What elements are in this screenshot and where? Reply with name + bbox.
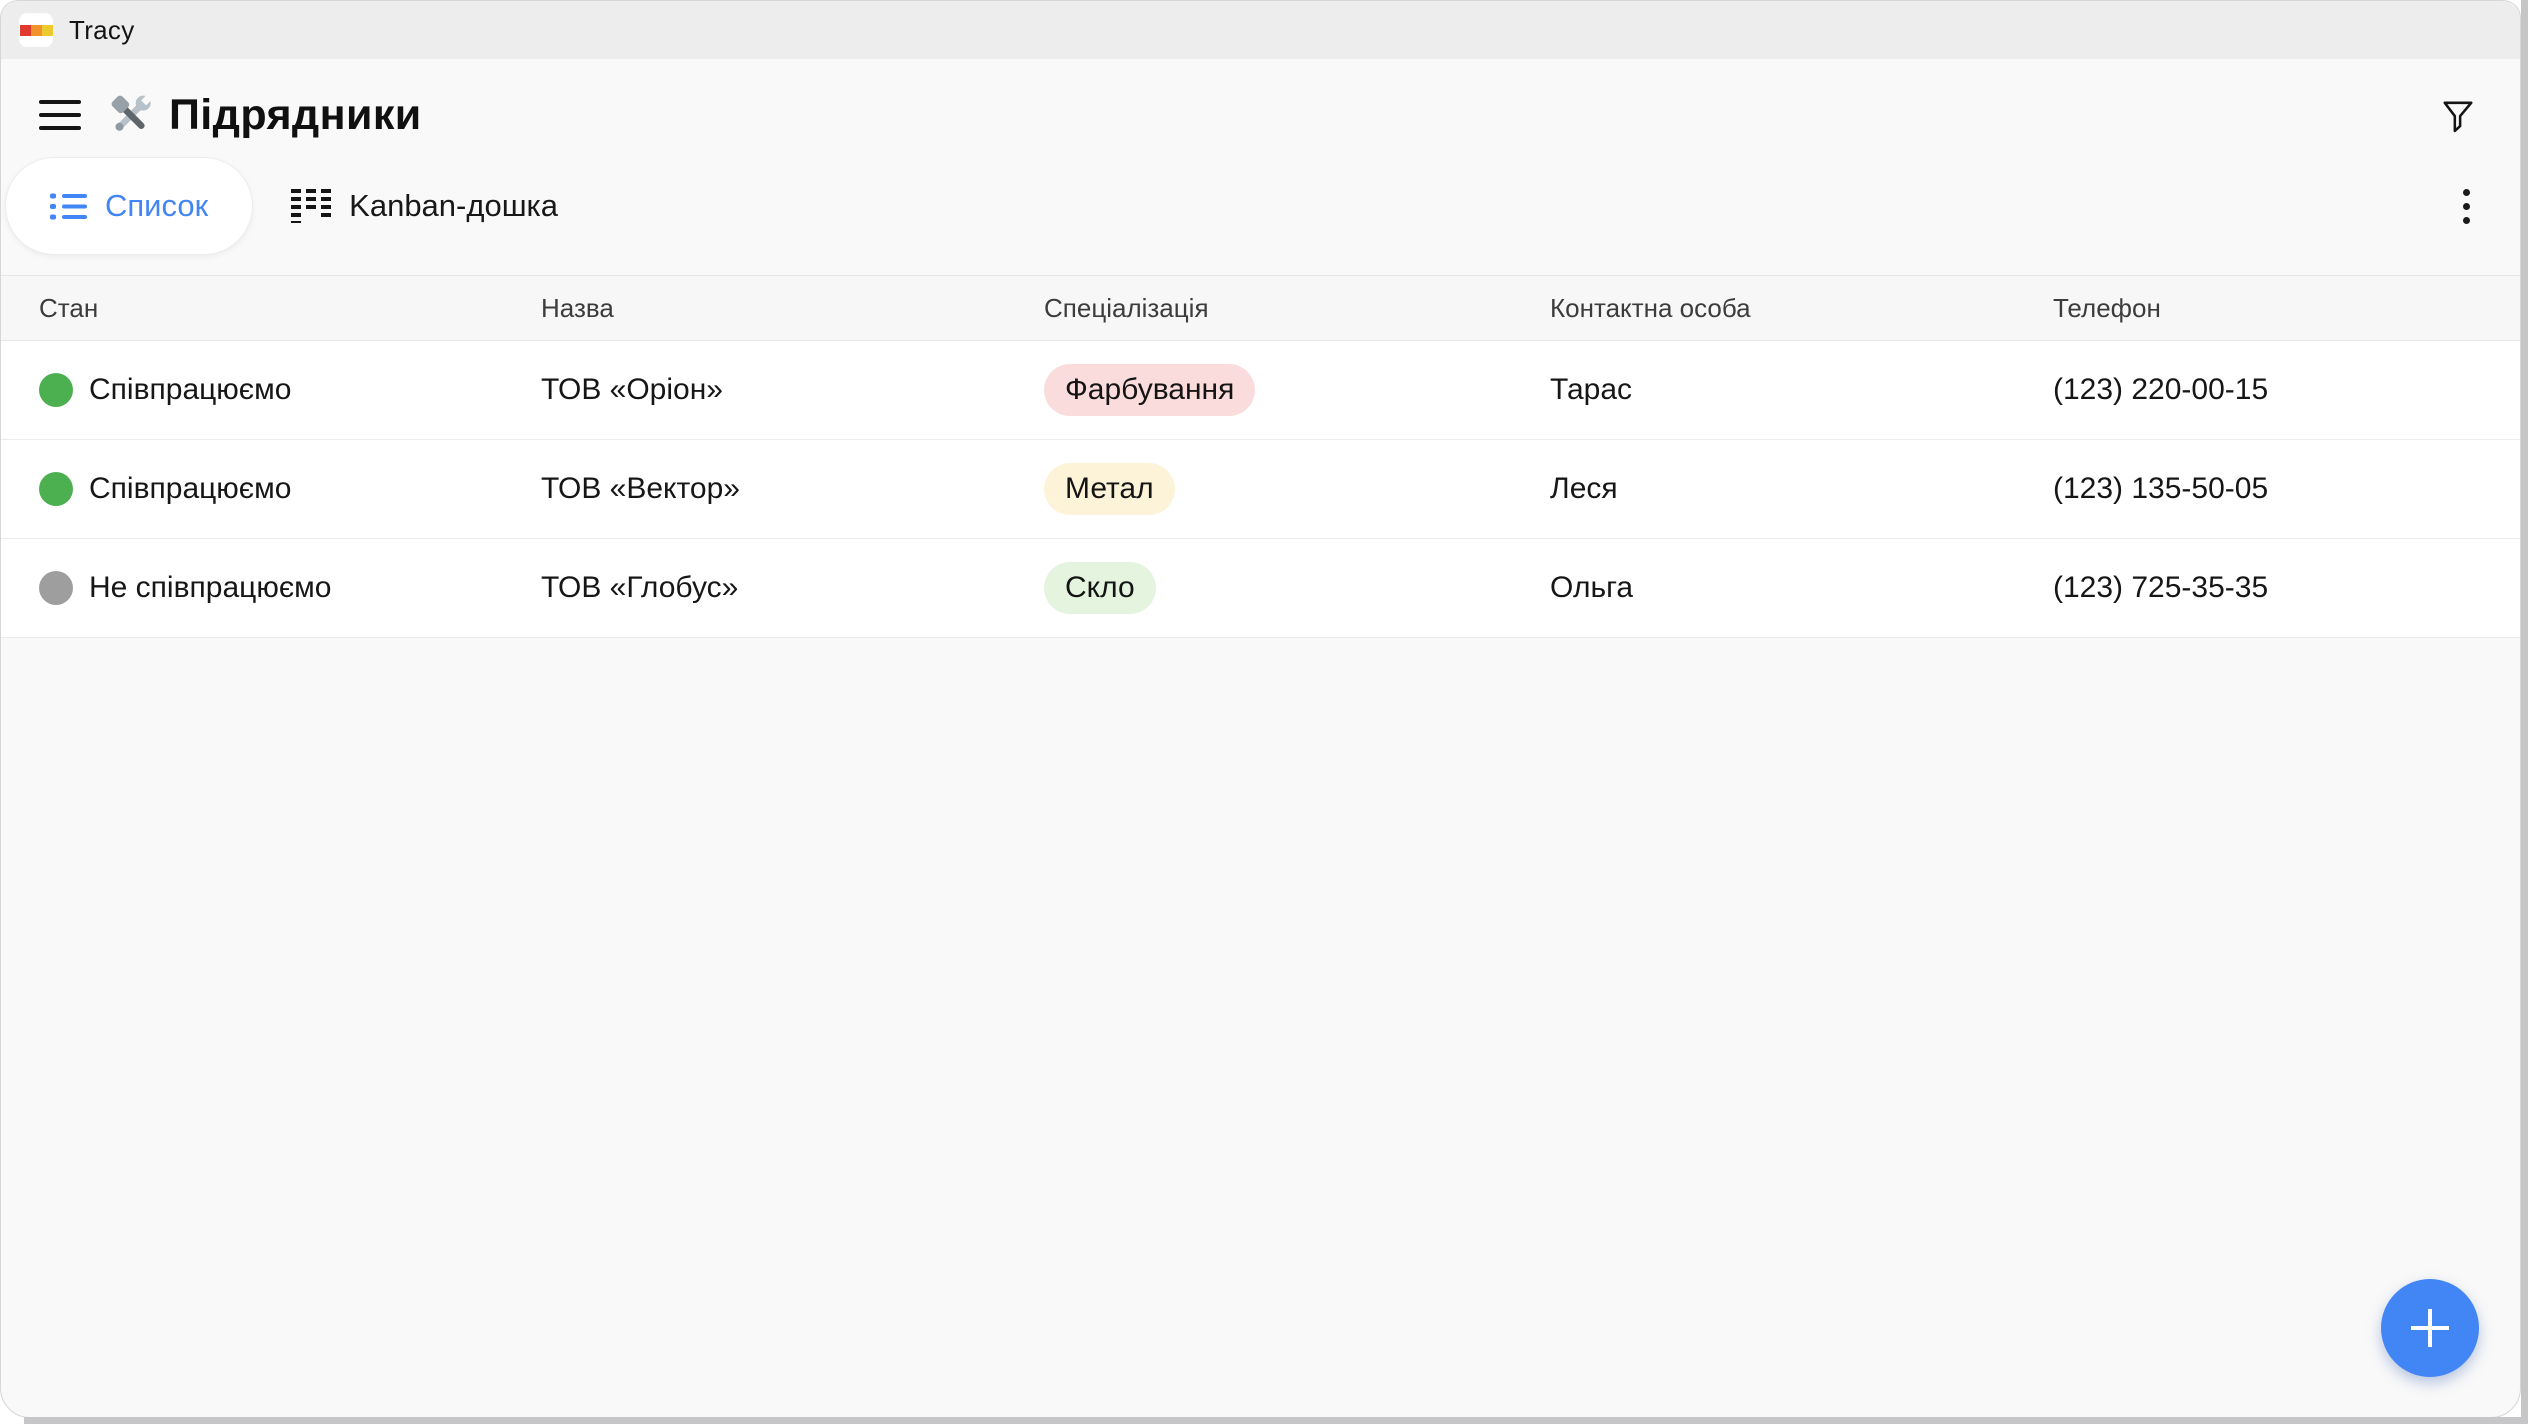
- specialization-cell: Скло: [1044, 562, 1550, 614]
- table-row[interactable]: Співпрацюємо ТОВ «Оріон» Фарбування Тара…: [1, 341, 2520, 440]
- status-dot-icon: [39, 373, 73, 407]
- phone-cell: (123) 725-35-35: [2053, 571, 2520, 605]
- view-switcher: Список Kanban-дошка: [1, 157, 2520, 255]
- hammer-and-wrench-icon: [107, 91, 155, 139]
- app-window: Tracy Підрядники: [0, 0, 2521, 1418]
- logo-square-yellow: [42, 25, 53, 36]
- page-header: Підрядники: [39, 85, 2480, 145]
- status-cell: Співпрацюємо: [39, 373, 541, 407]
- table-header-row: Стан Назва Спеціалізація Контактна особа…: [1, 275, 2520, 341]
- specialization-cell: Метал: [1044, 463, 1550, 515]
- status-cell: Співпрацюємо: [39, 472, 541, 506]
- page-title: Підрядники: [169, 91, 422, 140]
- tab-kanban-view[interactable]: Kanban-дошка: [291, 188, 558, 224]
- specialization-badge: Фарбування: [1044, 364, 1255, 416]
- table-body: Співпрацюємо ТОВ «Оріон» Фарбування Тара…: [1, 341, 2520, 638]
- table-row[interactable]: Не співпрацюємо ТОВ «Глобус» Скло Ольга …: [1, 539, 2520, 638]
- filter-button[interactable]: [2436, 93, 2480, 137]
- status-label: Не співпрацюємо: [89, 571, 331, 605]
- column-header-phone: Телефон: [2053, 293, 2520, 324]
- titlebar: Tracy: [1, 1, 2520, 59]
- column-header-specialization: Спеціалізація: [1044, 293, 1550, 324]
- contact-cell: Леся: [1550, 472, 2053, 506]
- column-header-status: Стан: [39, 293, 541, 324]
- phone-cell: (123) 135-50-05: [2053, 472, 2520, 506]
- hamburger-menu-icon[interactable]: [39, 100, 81, 130]
- app-title: Tracy: [69, 15, 135, 46]
- logo-square-orange: [31, 25, 42, 36]
- status-dot-icon: [39, 472, 73, 506]
- kanban-board-icon: [291, 189, 331, 223]
- tab-list-view[interactable]: Список: [5, 157, 253, 255]
- specialization-badge: Метал: [1044, 463, 1175, 515]
- plus-icon: [2404, 1302, 2456, 1354]
- contact-cell: Ольга: [1550, 571, 2053, 605]
- add-contractor-button[interactable]: [2381, 1279, 2479, 1377]
- contractors-table: Стан Назва Спеціалізація Контактна особа…: [1, 275, 2520, 638]
- app-logo-icon: [19, 13, 53, 47]
- specialization-badge: Скло: [1044, 562, 1156, 614]
- funnel-icon: [2440, 97, 2476, 133]
- bulleted-list-icon: [50, 191, 87, 222]
- status-dot-icon: [39, 571, 73, 605]
- name-cell: ТОВ «Вектор»: [541, 472, 1044, 506]
- name-cell: ТОВ «Оріон»: [541, 373, 1044, 407]
- logo-square-red: [20, 25, 31, 36]
- name-cell: ТОВ «Глобус»: [541, 571, 1044, 605]
- status-label: Співпрацюємо: [89, 472, 291, 506]
- column-header-name: Назва: [541, 293, 1044, 324]
- tab-list-label: Список: [105, 188, 208, 224]
- specialization-cell: Фарбування: [1044, 364, 1550, 416]
- window-edge-right: [2521, 0, 2528, 1424]
- more-options-button[interactable]: [2457, 183, 2476, 230]
- column-header-contact: Контактна особа: [1550, 293, 2053, 324]
- status-cell: Не співпрацюємо: [39, 571, 541, 605]
- tab-kanban-label: Kanban-дошка: [349, 188, 558, 224]
- phone-cell: (123) 220-00-15: [2053, 373, 2520, 407]
- window-edge-bottom: [24, 1417, 2528, 1424]
- status-label: Співпрацюємо: [89, 373, 291, 407]
- table-row[interactable]: Співпрацюємо ТОВ «Вектор» Метал Леся (12…: [1, 440, 2520, 539]
- contact-cell: Тарас: [1550, 373, 2053, 407]
